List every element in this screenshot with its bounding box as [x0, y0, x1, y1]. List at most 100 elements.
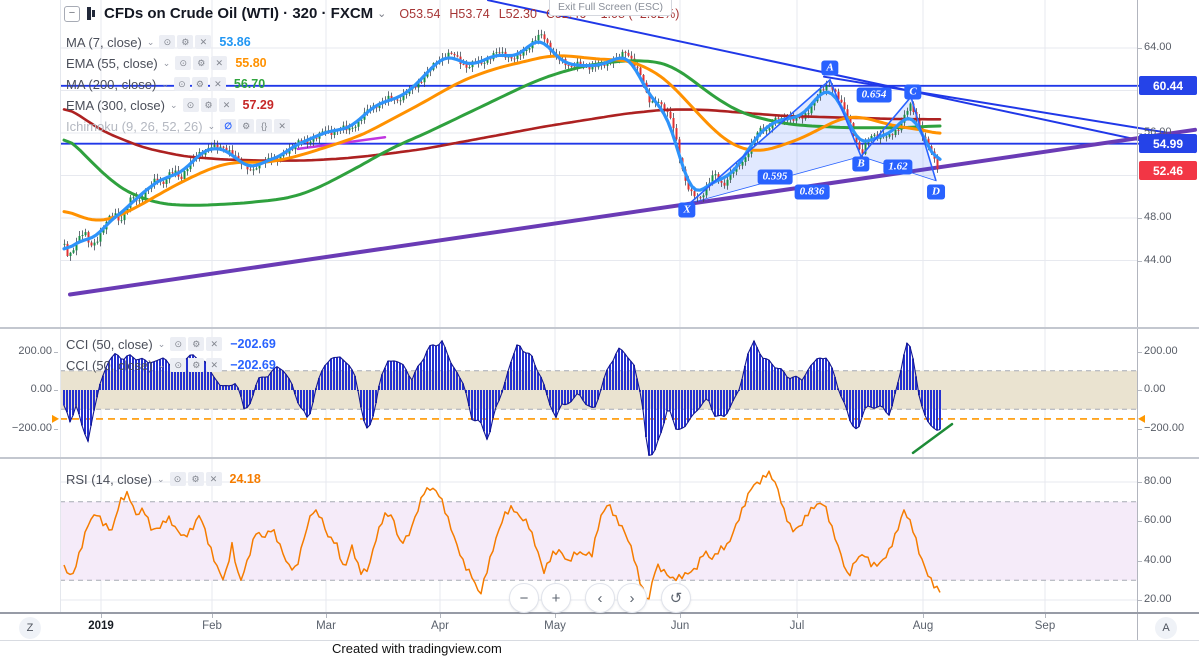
month-label[interactable]: Jul: [790, 620, 805, 632]
chevron-down-icon[interactable]: ⌄: [158, 360, 166, 371]
chevron-down-icon[interactable]: ⌄: [158, 339, 166, 350]
indicator-label[interactable]: EMA (300, close): [66, 98, 165, 113]
legend-row-ma7: MA (7, close) ⌄ ⊙ ⚙ ✕ 53.86: [66, 33, 251, 51]
cci-tick-label: −200.00: [0, 422, 58, 434]
legend-row-cci-1: CCI (50, close) ⌄ ⊙ ⚙ ✕ −202.69: [66, 335, 276, 353]
cci-tick-label: 200.00: [1138, 345, 1178, 357]
pattern-ratio-label[interactable]: 0.836: [794, 184, 830, 200]
chevron-down-icon[interactable]: ⌄: [170, 100, 178, 111]
braces-icon[interactable]: {}: [256, 119, 273, 133]
close-icon[interactable]: ✕: [195, 35, 212, 49]
axis-settings-button[interactable]: A: [1155, 617, 1177, 639]
pattern-point-label[interactable]: C: [904, 84, 922, 100]
indicator-label[interactable]: RSI (14, close): [66, 472, 152, 487]
price-tick-label: 44.00: [1138, 254, 1172, 266]
gear-icon[interactable]: ⚙: [193, 56, 210, 70]
zoom-in-button[interactable]: +: [541, 583, 571, 613]
month-label[interactable]: Apr: [431, 620, 449, 632]
panel-separator[interactable]: [0, 457, 1199, 459]
collapse-legend-button[interactable]: −: [64, 5, 80, 22]
month-label[interactable]: Sep: [1035, 620, 1055, 632]
eye-icon[interactable]: ⊙: [170, 337, 187, 351]
scroll-left-button[interactable]: ‹: [585, 583, 615, 613]
pattern-ratio-label[interactable]: 0.654: [856, 87, 892, 103]
indicator-label[interactable]: CCI (50, close): [66, 337, 153, 352]
scroll-right-button[interactable]: ›: [617, 583, 647, 613]
tradingview-chart: − CFDs on Crude Oil (WTI) · 320 · FXCM ⌄…: [0, 0, 1199, 659]
indicator-label[interactable]: Ichimoku (9, 26, 52, 26): [66, 119, 203, 134]
cci-tick-label: 200.00: [0, 345, 58, 357]
price-axis-border: [1137, 0, 1138, 641]
zoom-out-button[interactable]: −: [509, 583, 539, 613]
exit-fullscreen-toast: Exit Full Screen (ESC): [549, 0, 673, 16]
indicator-value: 24.18: [229, 472, 261, 486]
gear-icon[interactable]: ⚙: [238, 119, 255, 133]
footer-border: [0, 640, 1199, 641]
month-label[interactable]: Mar: [316, 620, 336, 632]
month-label[interactable]: Feb: [202, 620, 222, 632]
left-axis-border: [60, 0, 61, 613]
indicator-value: 55.80: [235, 56, 267, 70]
high-value: H53.74: [449, 6, 490, 21]
low-value: L52.30: [498, 6, 537, 21]
month-label[interactable]: 2019: [88, 620, 114, 632]
chevron-down-icon[interactable]: ⌄: [163, 58, 171, 69]
close-icon[interactable]: ✕: [205, 472, 222, 486]
pattern-ratio-label[interactable]: 0.595: [757, 169, 793, 185]
month-tick: [326, 614, 327, 618]
gear-icon[interactable]: ⚙: [188, 337, 205, 351]
indicator-label[interactable]: MA (7, close): [66, 35, 142, 50]
gear-icon[interactable]: ⚙: [191, 77, 208, 91]
eye-off-icon[interactable]: ∅: [220, 119, 237, 133]
panel-separator[interactable]: [0, 327, 1199, 329]
rsi-tick-label: 80.00: [1138, 475, 1172, 487]
price-tag: 54.99: [1139, 134, 1197, 153]
close-icon[interactable]: ✕: [209, 77, 226, 91]
close-icon[interactable]: ✕: [206, 337, 223, 351]
rsi-tick-label: 40.00: [1138, 554, 1172, 566]
gear-icon[interactable]: ⚙: [187, 472, 204, 486]
chevron-down-icon[interactable]: ⌄: [377, 7, 386, 20]
eye-icon[interactable]: ⊙: [182, 98, 199, 112]
close-icon[interactable]: ✕: [206, 358, 223, 372]
close-icon[interactable]: ✕: [274, 119, 291, 133]
month-label[interactable]: May: [544, 620, 566, 632]
indicator-value: 56.70: [233, 77, 266, 91]
gear-icon[interactable]: ⚙: [200, 98, 217, 112]
close-icon[interactable]: ✕: [211, 56, 228, 70]
pattern-ratio-label[interactable]: 1.62: [883, 159, 913, 175]
indicator-label[interactable]: EMA (55, close): [66, 56, 158, 71]
pattern-point-label[interactable]: A: [821, 60, 839, 76]
eye-icon[interactable]: ⊙: [169, 472, 186, 486]
indicator-value: 57.29: [242, 98, 274, 112]
chevron-down-icon[interactable]: ⌄: [147, 37, 155, 48]
tradingview-credit: Created with tradingview.com: [332, 641, 502, 656]
chevron-down-icon[interactable]: ⌄: [208, 121, 216, 132]
cci-tick-label: 0.00: [0, 383, 58, 395]
chevron-down-icon[interactable]: ⌄: [157, 474, 165, 485]
rsi-tick-label: 20.00: [1138, 593, 1172, 605]
month-label[interactable]: Aug: [913, 620, 933, 632]
indicator-label[interactable]: CCI (50, close): [66, 358, 153, 373]
close-icon[interactable]: ✕: [218, 98, 235, 112]
pattern-point-label[interactable]: D: [927, 184, 945, 200]
month-label[interactable]: Jun: [671, 620, 690, 632]
indicator-label[interactable]: MA (200, close): [66, 77, 156, 92]
eye-icon[interactable]: ⊙: [170, 358, 187, 372]
gear-icon[interactable]: ⚙: [177, 35, 194, 49]
legend-row-ma200: MA (200, close) ⌄ ⊙ ⚙ ✕ 56.70: [66, 75, 265, 93]
indicator-value: −202.69: [230, 358, 276, 372]
eye-icon[interactable]: ⊙: [173, 77, 190, 91]
symbol-title[interactable]: CFDs on Crude Oil (WTI) · 320 · FXCM: [104, 5, 373, 22]
pattern-point-label[interactable]: X: [678, 202, 696, 218]
eye-icon[interactable]: ⊙: [175, 56, 192, 70]
chevron-down-icon[interactable]: ⌄: [161, 79, 169, 90]
gear-icon[interactable]: ⚙: [188, 358, 205, 372]
eye-icon[interactable]: ⊙: [159, 35, 176, 49]
month-tick: [680, 614, 681, 618]
pattern-point-label[interactable]: B: [852, 156, 870, 172]
rsi-tick-label: 60.00: [1138, 514, 1172, 526]
price-tick-label: 64.00: [1138, 41, 1172, 53]
reset-chart-button[interactable]: ↺: [661, 583, 691, 613]
timezone-button[interactable]: Z: [19, 617, 41, 639]
